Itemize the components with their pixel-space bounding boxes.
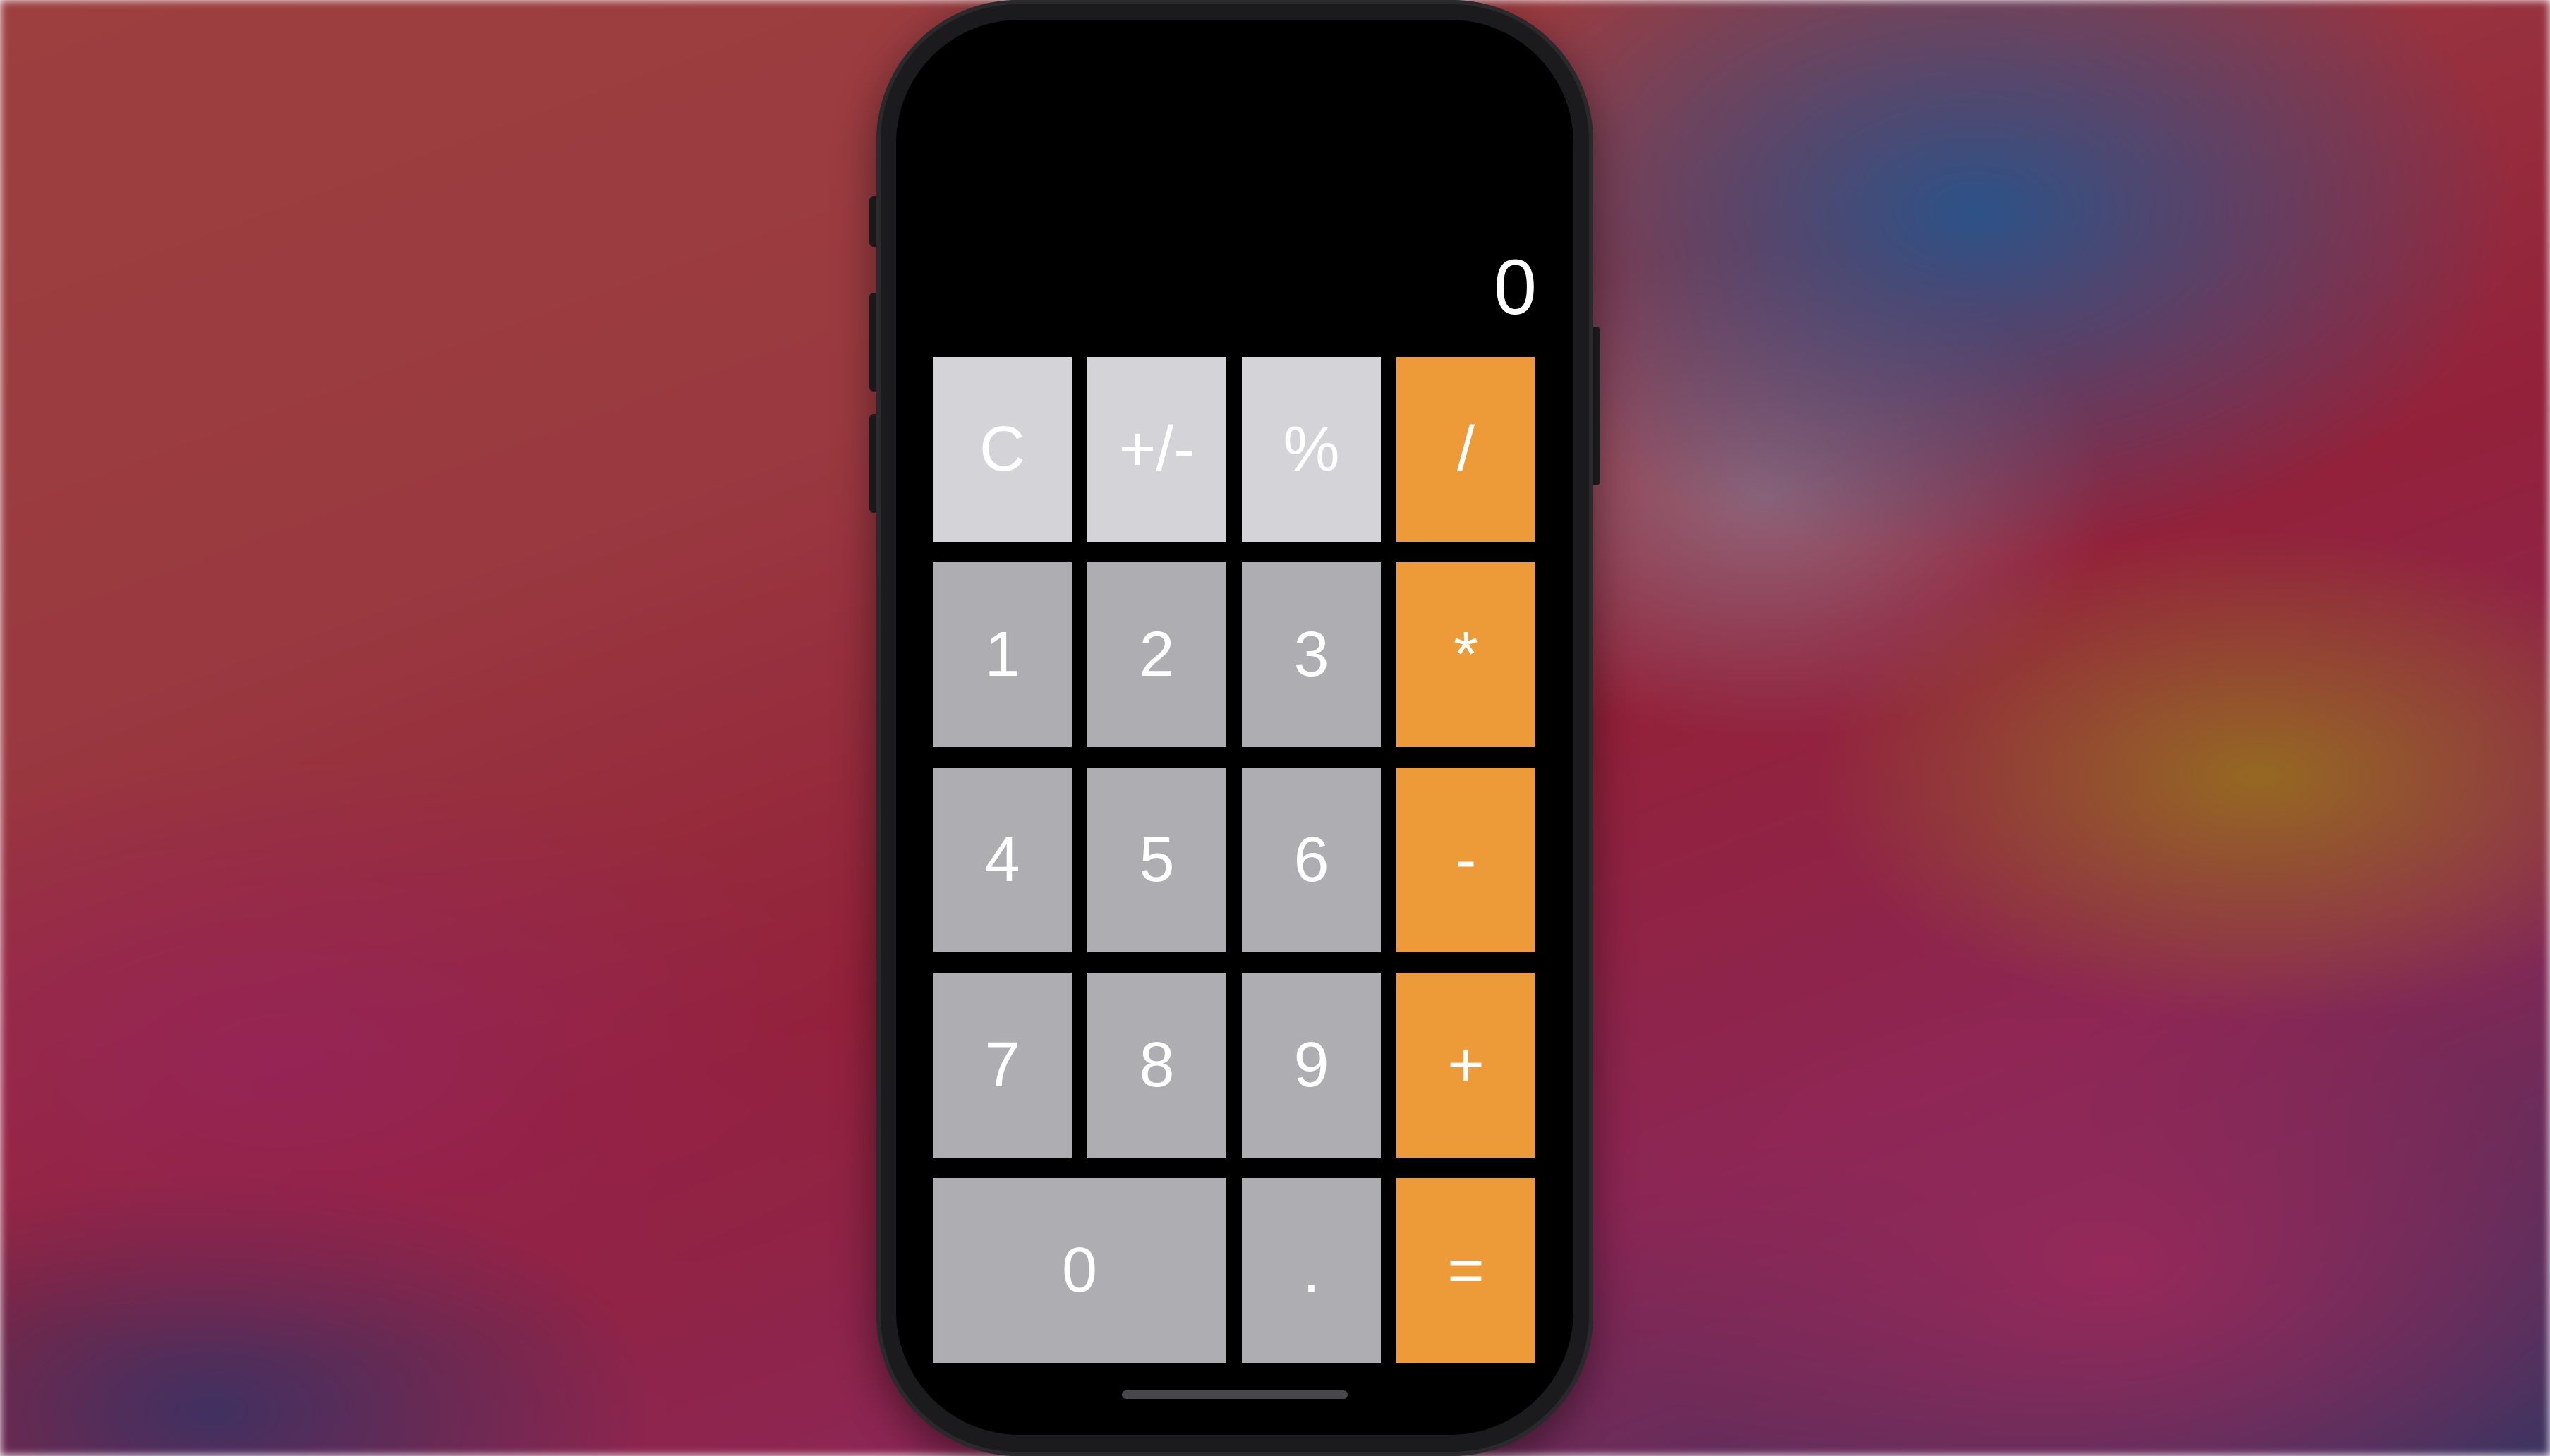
toggle-sign-button[interactable]: +/- <box>1087 357 1226 542</box>
phone-screen: 0 C +/- % / 1 2 3 * 4 5 6 - 7 8 9 + 0 . … <box>896 20 1573 1435</box>
divide-button[interactable]: / <box>1396 357 1535 542</box>
digit-8-button[interactable]: 8 <box>1087 973 1226 1158</box>
clear-button[interactable]: C <box>933 357 1072 542</box>
digit-1-button[interactable]: 1 <box>933 562 1072 747</box>
digit-6-button[interactable]: 6 <box>1242 768 1381 952</box>
digit-5-button[interactable]: 5 <box>1087 768 1226 952</box>
digit-0-button[interactable]: 0 <box>933 1178 1226 1363</box>
multiply-button[interactable]: * <box>1396 562 1535 747</box>
digit-2-button[interactable]: 2 <box>1087 562 1226 747</box>
decimal-button[interactable]: . <box>1242 1178 1381 1363</box>
digit-4-button[interactable]: 4 <box>933 768 1072 952</box>
digit-9-button[interactable]: 9 <box>1242 973 1381 1158</box>
subtract-button[interactable]: - <box>1396 768 1535 952</box>
calculator-display: 0 <box>1493 244 1537 331</box>
digit-7-button[interactable]: 7 <box>933 973 1072 1158</box>
equals-button[interactable]: = <box>1396 1178 1535 1363</box>
calculator-keypad: C +/- % / 1 2 3 * 4 5 6 - 7 8 9 + 0 . = <box>933 357 1537 1364</box>
digit-3-button[interactable]: 3 <box>1242 562 1381 747</box>
percent-button[interactable]: % <box>1242 357 1381 542</box>
add-button[interactable]: + <box>1396 973 1535 1158</box>
home-indicator[interactable] <box>1122 1390 1348 1399</box>
